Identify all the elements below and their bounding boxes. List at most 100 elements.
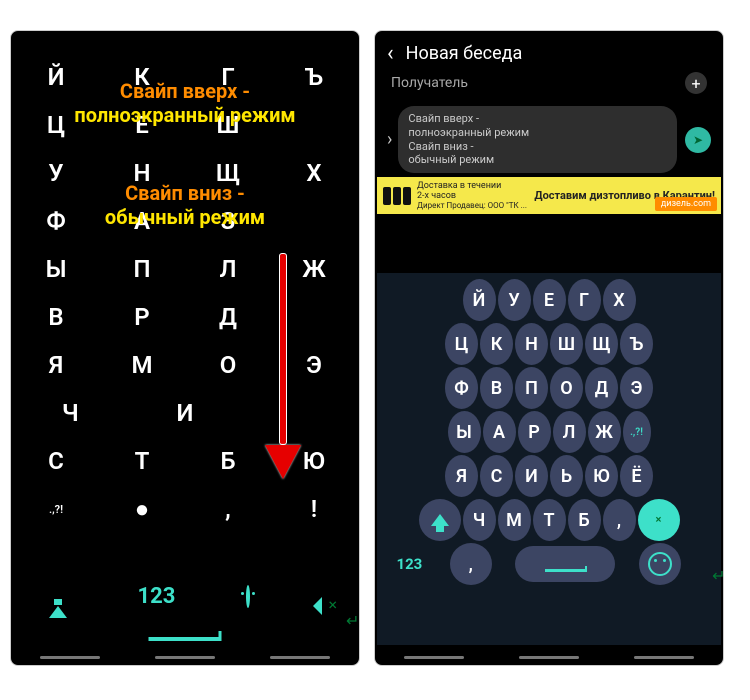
key[interactable]: Д [208,303,248,331]
back-button[interactable]: ‹ [387,41,394,66]
key[interactable]: У [498,279,531,321]
key[interactable]: Ю [294,447,334,475]
key[interactable]: Г [568,279,601,321]
ad-image [383,187,411,205]
key[interactable]: С [36,447,76,475]
key[interactable]: Г [208,63,248,91]
key[interactable]: И [165,399,205,427]
key[interactable]: Ы [448,411,481,453]
key[interactable]: О [550,367,583,409]
expand-icon[interactable]: › [387,129,392,150]
key[interactable]: Й [36,63,76,91]
smile-icon [246,585,250,608]
ad-cta-button[interactable]: дизель.com [655,197,717,211]
key[interactable]: Б [208,447,248,475]
key[interactable]: ● [122,495,162,524]
phone-right: ‹ Новая беседа Получатель + › Свайп ввер… [374,30,724,666]
key[interactable]: Х [294,159,334,187]
key[interactable]: , [603,499,636,541]
space-key[interactable] [149,631,222,641]
page-title: Новая беседа [406,43,523,64]
key[interactable]: М [498,499,531,541]
key[interactable]: К [480,323,513,365]
numeric-key[interactable]: 123 [393,543,426,585]
key[interactable]: Ы [36,255,76,283]
shift-key[interactable] [49,587,67,606]
key[interactable]: Ю [585,455,618,497]
key[interactable]: Д [585,367,618,409]
key[interactable]: Ш [550,323,583,365]
key[interactable]: Я [445,455,478,497]
key[interactable]: О [208,351,248,379]
key[interactable]: Я [36,351,76,379]
key[interactable]: З [208,207,248,235]
key[interactable]: Н [122,159,162,187]
key[interactable]: Л [553,411,586,453]
key[interactable]: И [515,455,548,497]
key[interactable]: Й [463,279,496,321]
send-button[interactable]: ➤ [685,127,711,153]
emoji-key[interactable] [639,543,681,585]
key[interactable]: Ъ [294,63,334,91]
key[interactable]: Ё [620,455,653,497]
key[interactable]: К [122,63,162,91]
key[interactable]: Ж [294,255,334,283]
key[interactable]: П [515,367,548,409]
key[interactable]: В [480,367,513,409]
key[interactable]: Ч [463,499,496,541]
key[interactable]: М [122,351,162,379]
key[interactable]: У [36,159,76,187]
recipient-input[interactable]: Получатель [391,75,468,91]
fullscreen-keyboard: Й К Г Ъ Ц Е Ш У Н Щ Х Ф А З [13,33,357,663]
key[interactable]: Ф [445,367,478,409]
key[interactable]: С [480,455,513,497]
key-symbols[interactable]: .,?! [623,411,651,453]
key[interactable]: Ц [36,111,76,139]
key[interactable]: Б [568,499,601,541]
key[interactable]: , [208,495,248,523]
key[interactable]: Щ [208,159,248,187]
header: ‹ Новая беседа [377,33,721,70]
add-recipient-button[interactable]: + [685,72,707,94]
key[interactable]: Т [533,499,566,541]
key[interactable]: Е [122,111,162,139]
key[interactable]: Ч [50,399,90,427]
key[interactable]: Ж [588,411,621,453]
key[interactable]: Ъ [620,323,653,365]
key[interactable]: П [122,255,162,283]
key[interactable]: Е [533,279,566,321]
function-row: 123 [13,584,357,609]
key-symbols[interactable]: .,?! [36,503,76,516]
numeric-key[interactable]: 123 [138,584,176,609]
ad-banner[interactable]: Доставка в течении 2-х часов Директ Прод… [377,177,721,214]
shift-key[interactable] [419,499,461,541]
key[interactable]: Ш [208,111,248,139]
key[interactable]: Щ [585,323,618,365]
backspace-icon [650,514,667,527]
key[interactable]: Л [208,255,248,283]
shift-icon [49,587,67,618]
key[interactable]: Ф [36,207,76,235]
phone-left: Й К Г Ъ Ц Е Ш У Н Щ Х Ф А З [10,30,360,666]
key[interactable]: А [483,411,516,453]
shift-icon [431,514,449,526]
key[interactable]: Ц [445,323,478,365]
comma-key[interactable]: , [450,543,492,585]
messaging-screen: ‹ Новая беседа Получатель + › Свайп ввер… [377,33,721,663]
key[interactable]: В [36,303,76,331]
key[interactable]: Н [515,323,548,365]
key[interactable]: Х [603,279,636,321]
backspace-key[interactable] [638,499,680,541]
key[interactable]: Р [122,303,162,331]
key[interactable]: Э [620,367,653,409]
key[interactable]: Э [294,351,334,379]
key[interactable]: Т [122,447,162,475]
space-key[interactable] [515,546,615,582]
key[interactable]: Р [518,411,551,453]
key[interactable]: ! [294,495,334,523]
key[interactable]: А [122,207,162,235]
fullscreen-key-grid: Й К Г Ъ Ц Е Ш У Н Щ Х Ф А З [13,53,357,543]
key[interactable]: Ь [550,455,583,497]
message-input[interactable]: Свайп вверх - полноэкранный режим Свайп … [398,106,677,173]
emoji-key[interactable] [246,587,250,606]
